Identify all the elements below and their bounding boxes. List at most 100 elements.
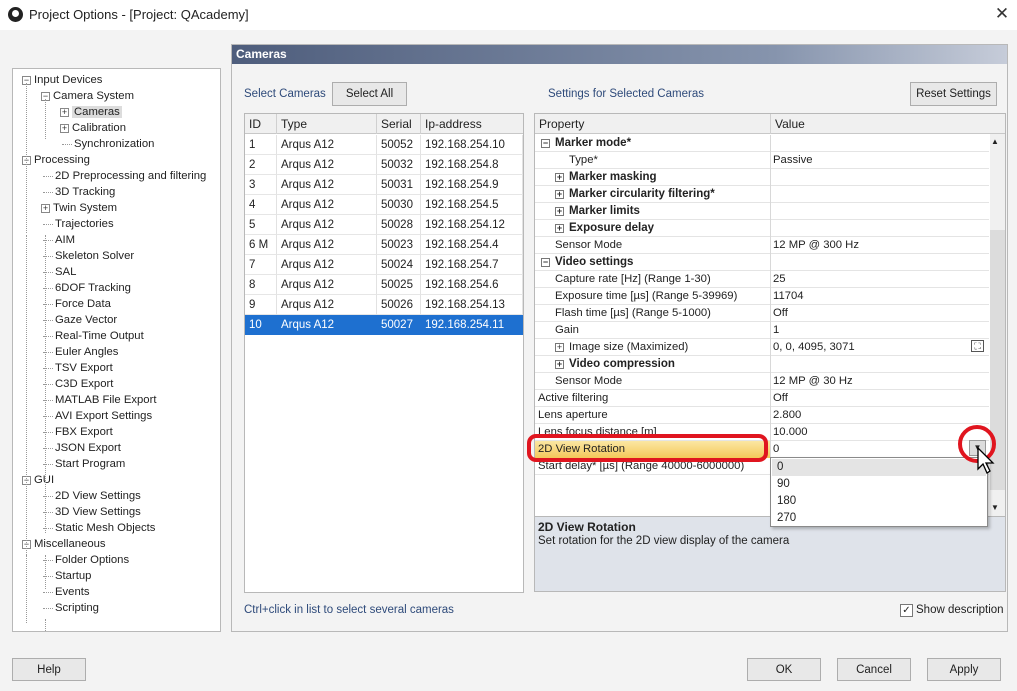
tree-item-folder-options[interactable]: Folder Options bbox=[43, 552, 129, 568]
property-value[interactable] bbox=[773, 254, 987, 271]
tree-item-c3d-export[interactable]: C3D Export bbox=[43, 376, 113, 392]
tree-item-2d-view-settings[interactable]: 2D View Settings bbox=[43, 488, 141, 504]
expand-icon[interactable]: + bbox=[555, 190, 564, 199]
property-row[interactable]: − Marker mode* bbox=[535, 135, 989, 152]
property-row[interactable]: + Video compression bbox=[535, 356, 989, 373]
tree-item-sal[interactable]: SAL bbox=[43, 264, 76, 280]
col-serial[interactable]: Serial bbox=[377, 114, 421, 134]
tree-item-2d-preprocessing-and-filtering[interactable]: 2D Preprocessing and filtering bbox=[43, 168, 206, 184]
property-value[interactable]: Passive bbox=[773, 152, 987, 169]
property-value[interactable]: 1 bbox=[773, 322, 987, 339]
property-value[interactable]: 11704 bbox=[773, 288, 987, 305]
ok-button[interactable]: OK bbox=[747, 658, 821, 681]
tree-item-fbx-export[interactable]: FBX Export bbox=[43, 424, 113, 440]
camera-table[interactable]: ID Type Serial Ip-address 1 Arqus A12 5005… bbox=[244, 113, 524, 593]
tree-item-synchronization[interactable]: Synchronization bbox=[62, 136, 154, 152]
tree-item-aim[interactable]: AIM bbox=[43, 232, 75, 248]
dropdown-option[interactable]: 90 bbox=[772, 476, 986, 493]
property-value[interactable]: Off bbox=[773, 390, 987, 407]
expand-icon[interactable]: + bbox=[60, 108, 69, 117]
tree-item-camera-system[interactable]: − Camera System bbox=[41, 88, 134, 104]
tree-item-twin-system[interactable]: + Twin System bbox=[41, 200, 117, 216]
rotation-dropdown-list[interactable]: 0 90 180 270 bbox=[770, 457, 988, 527]
tree-item-start-program[interactable]: Start Program bbox=[43, 456, 125, 472]
tree-item-real-time-output[interactable]: Real-Time Output bbox=[43, 328, 144, 344]
show-description-label[interactable]: Show description bbox=[916, 604, 1004, 616]
tree-item-calibration[interactable]: + Calibration bbox=[60, 120, 126, 136]
property-value[interactable] bbox=[773, 135, 987, 152]
scroll-down-icon[interactable]: ▼ bbox=[991, 503, 999, 512]
expand-icon[interactable]: + bbox=[555, 343, 564, 352]
tree-item-processing[interactable]: − Processing bbox=[22, 152, 90, 168]
tree-item-gaze-vector[interactable]: Gaze Vector bbox=[43, 312, 117, 328]
tree-item-matlab-file-export[interactable]: MATLAB File Export bbox=[43, 392, 157, 408]
property-value[interactable] bbox=[773, 186, 987, 203]
property-row[interactable]: Sensor Mode 12 MP @ 300 Hz bbox=[535, 237, 989, 254]
dropdown-option[interactable]: 0 bbox=[772, 459, 986, 476]
property-value[interactable]: 10.000 bbox=[773, 424, 987, 441]
col-type[interactable]: Type bbox=[277, 114, 377, 134]
property-row[interactable]: + Exposure delay bbox=[535, 220, 989, 237]
collapse-icon[interactable]: − bbox=[541, 258, 550, 267]
property-row[interactable]: + Marker limits bbox=[535, 203, 989, 220]
property-row[interactable]: Gain 1 bbox=[535, 322, 989, 339]
property-value[interactable]: 2.800 bbox=[773, 407, 987, 424]
expand-icon[interactable]: + bbox=[555, 207, 564, 216]
cancel-button[interactable]: Cancel bbox=[837, 658, 911, 681]
crosshair-edit-icon[interactable]: ⛶ bbox=[971, 340, 984, 352]
col-ip[interactable]: Ip-address bbox=[421, 114, 523, 134]
property-value[interactable]: 0, 0, 4095, 3071 bbox=[773, 339, 987, 356]
options-tree[interactable]: − Input Devices − Camera System + Cameras + Cal… bbox=[12, 68, 221, 632]
property-value[interactable] bbox=[773, 220, 987, 237]
table-row[interactable]: 8 Arqus A12 50025 192.168.254.6 bbox=[245, 275, 523, 295]
property-row[interactable]: Exposure time [µs] (Range 5-39969) 11704 bbox=[535, 288, 989, 305]
table-row[interactable]: 1 Arqus A12 50052 192.168.254.10 bbox=[245, 135, 523, 155]
tree-item-skeleton-solver[interactable]: Skeleton Solver bbox=[43, 248, 134, 264]
tree-item-static-mesh-objects[interactable]: Static Mesh Objects bbox=[43, 520, 155, 536]
tree-item-avi-export-settings[interactable]: AVI Export Settings bbox=[43, 408, 152, 424]
property-row[interactable]: Capture rate [Hz] (Range 1-30) 25 bbox=[535, 271, 989, 288]
property-row[interactable]: + Marker circularity filtering* bbox=[535, 186, 989, 203]
tree-item-3d-view-settings[interactable]: 3D View Settings bbox=[43, 504, 141, 520]
tree-item-force-data[interactable]: Force Data bbox=[43, 296, 111, 312]
tree-item-trajectories[interactable]: Trajectories bbox=[43, 216, 114, 232]
property-row[interactable]: Flash time [µs] (Range 5-1000) Off bbox=[535, 305, 989, 322]
table-row[interactable]: 3 Arqus A12 50031 192.168.254.9 bbox=[245, 175, 523, 195]
tree-item-json-export[interactable]: JSON Export bbox=[43, 440, 121, 456]
property-row[interactable]: Lens aperture 2.800 bbox=[535, 407, 989, 424]
tree-item-events[interactable]: Events bbox=[43, 584, 90, 600]
tree-item-startup[interactable]: Startup bbox=[43, 568, 91, 584]
property-value[interactable]: 0 bbox=[773, 441, 987, 458]
show-description-checkbox[interactable]: ✓ bbox=[900, 604, 913, 617]
scroll-up-icon[interactable]: ▲ bbox=[991, 137, 999, 146]
table-row[interactable]: 9 Arqus A12 50026 192.168.254.13 bbox=[245, 295, 523, 315]
property-row[interactable]: Type* Passive bbox=[535, 152, 989, 169]
table-row[interactable]: 6 M Arqus A12 50023 192.168.254.4 bbox=[245, 235, 523, 255]
apply-button[interactable]: Apply bbox=[927, 658, 1001, 681]
dropdown-option[interactable]: 270 bbox=[772, 510, 986, 527]
close-button[interactable]: ✕ bbox=[993, 4, 1011, 24]
property-value[interactable] bbox=[773, 169, 987, 186]
col-id[interactable]: ID bbox=[245, 114, 277, 134]
property-row[interactable]: + Image size (Maximized) 0, 0, 4095, 3071 bbox=[535, 339, 989, 356]
tree-item-scripting[interactable]: Scripting bbox=[43, 600, 99, 616]
property-value[interactable]: 12 MP @ 300 Hz bbox=[773, 237, 987, 254]
property-row[interactable]: + Marker masking bbox=[535, 169, 989, 186]
table-row[interactable]: 10 Arqus A12 50027 192.168.254.11 bbox=[245, 315, 523, 335]
property-row[interactable]: − Video settings bbox=[535, 254, 989, 271]
property-value[interactable] bbox=[773, 203, 987, 220]
reset-settings-button[interactable]: Reset Settings bbox=[910, 82, 997, 106]
tree-item-tsv-export[interactable]: TSV Export bbox=[43, 360, 113, 376]
tree-item-3d-tracking[interactable]: 3D Tracking bbox=[43, 184, 115, 200]
tree-item-6dof-tracking[interactable]: 6DOF Tracking bbox=[43, 280, 131, 296]
expand-icon[interactable]: + bbox=[555, 224, 564, 233]
tree-item-euler-angles[interactable]: Euler Angles bbox=[43, 344, 118, 360]
tree-item-input-devices[interactable]: − Input Devices bbox=[22, 72, 102, 88]
property-value[interactable]: 12 MP @ 30 Hz bbox=[773, 373, 987, 390]
property-value[interactable]: 25 bbox=[773, 271, 987, 288]
expand-icon[interactable]: + bbox=[60, 124, 69, 133]
tree-item-cameras[interactable]: + Cameras bbox=[60, 104, 122, 120]
table-row[interactable]: 4 Arqus A12 50030 192.168.254.5 bbox=[245, 195, 523, 215]
select-all-button[interactable]: Select All bbox=[332, 82, 407, 106]
property-row[interactable]: Active filtering Off bbox=[535, 390, 989, 407]
